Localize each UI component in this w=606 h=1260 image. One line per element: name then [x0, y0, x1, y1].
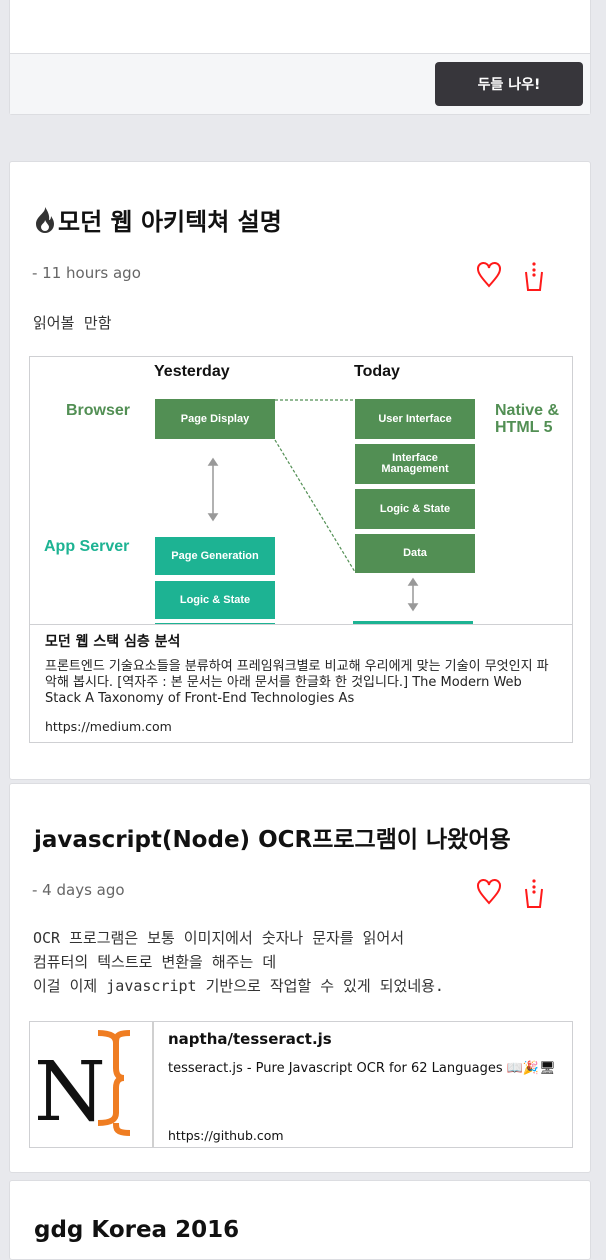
double-arrow-icon: [407, 577, 419, 612]
post-title[interactable]: 모던 웹 아키텍쳐 설명: [32, 202, 282, 237]
diagram-box: Logic & State: [355, 489, 475, 529]
diagram-box: Page Display: [155, 399, 275, 439]
card-footer: 두들 나우!: [10, 53, 590, 114]
post-card: gdg Korea 2016: [9, 1180, 591, 1260]
diagram-col-today: Today: [354, 363, 400, 380]
diagram-box: User Interface: [355, 399, 475, 439]
doodle-now-button[interactable]: 두들 나우!: [435, 62, 583, 106]
diagram-box: Page Generation: [155, 537, 275, 575]
post-title[interactable]: gdg Korea 2016: [34, 1217, 239, 1243]
post-timestamp: - 4 days ago: [32, 881, 125, 899]
svg-text:N: N: [34, 1045, 106, 1140]
diagram-label-browser: Browser: [66, 402, 131, 419]
diagram-col-yesterday: Yesterday: [154, 363, 230, 380]
post-body: OCR 프로그램은 보통 이미지에서 숫자나 문자를 읽어서 컴퓨터의 텍스트로 …: [33, 929, 444, 995]
preview-title: 모던 웹 스택 심층 분석: [45, 634, 181, 650]
fire-icon: [36, 206, 54, 233]
preview-url[interactable]: https://github.com: [168, 1128, 284, 1143]
post-timestamp: - 11 hours ago: [32, 264, 141, 282]
preview-url[interactable]: https://medium.com: [30, 713, 572, 742]
diagram-connectors: [207, 399, 419, 612]
preview-diagram-image: Yesterday Today Browser App Server Nativ…: [30, 357, 572, 625]
post-actions: [476, 260, 546, 292]
preview-title: naptha/tesseract.js: [168, 1030, 332, 1048]
link-preview[interactable]: Yesterday Today Browser App Server Nativ…: [29, 356, 573, 743]
tesseract-logo: N: [30, 1022, 154, 1147]
post-actions: [476, 877, 546, 909]
heart-icon[interactable]: [476, 877, 502, 905]
diagram-box: Logic & State: [155, 581, 275, 619]
post-body: 읽어볼 만함: [33, 314, 112, 332]
diagram-box: [353, 621, 473, 624]
preview-description: 프론트엔드 기술요소들을 분류하여 프레임워크별로 비교해 우리에게 맞는 기술…: [45, 659, 549, 706]
cup-icon[interactable]: [522, 260, 546, 292]
double-arrow-icon: [207, 457, 219, 522]
diagram-box: [155, 623, 275, 624]
preview-text: naptha/tesseract.js tesseract.js - Pure …: [154, 1022, 572, 1147]
post-card-previous: 두들 나우!: [9, 0, 591, 115]
diagram-label-app-server: App Server: [44, 538, 130, 555]
preview-description: tesseract.js - Pure Javascript OCR for 6…: [168, 1061, 556, 1076]
diagram-box: Interface Management: [355, 444, 475, 484]
diagram-label-native: Native & HTML 5: [495, 402, 560, 436]
diagram-box: Data: [355, 534, 475, 573]
cup-icon[interactable]: [522, 877, 546, 909]
post-card: 모던 웹 아키텍쳐 설명 - 11 hours ago 읽어볼 만함 Yeste…: [9, 161, 591, 780]
post-card: javascript(Node) OCR프로그램이 나왔어용 - 4 days …: [9, 783, 591, 1173]
heart-icon[interactable]: [476, 260, 502, 288]
link-preview[interactable]: N naptha/tesseract.js tesseract.js - Pur…: [29, 1021, 573, 1148]
post-title[interactable]: javascript(Node) OCR프로그램이 나왔어용: [34, 820, 511, 854]
